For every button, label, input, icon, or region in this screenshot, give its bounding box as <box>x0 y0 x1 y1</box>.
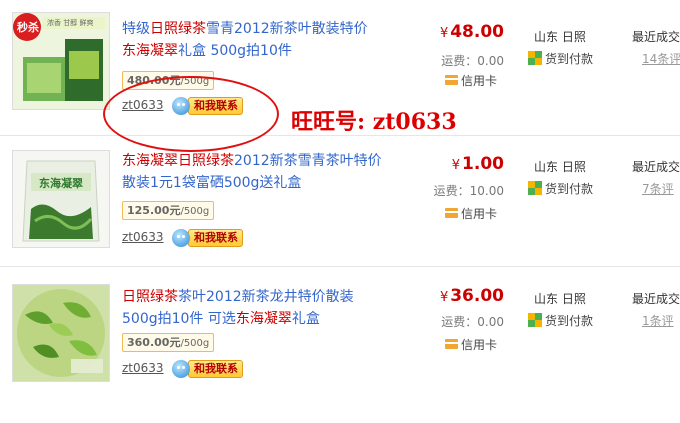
product-title[interactable]: 日照绿茶茶叶2012新茶龙井特价散装 500g拍10件 可选东海凝翠礼盒 <box>122 286 384 330</box>
product-image[interactable]: 秒杀 浓香 甘醇 鲜爽 <box>12 12 110 110</box>
credit-card-icon <box>445 208 458 218</box>
currency-symbol: ¥ <box>439 26 449 41</box>
seller-link[interactable]: zt0633 <box>122 230 164 244</box>
product-image[interactable]: 东海凝翠 <box>12 150 110 248</box>
item-price: ¥36.00 <box>440 286 504 306</box>
listing-row: 日照绿茶茶叶2012新茶龙井特价散装 500g拍10件 可选东海凝翠礼盒 360… <box>0 270 680 400</box>
cod-icon <box>528 181 542 195</box>
price-value: 48.00 <box>450 22 504 42</box>
currency-symbol: ¥ <box>451 158 461 173</box>
contact-label: 和我联系 <box>188 360 243 378</box>
reviews-link[interactable]: 1条评 <box>642 312 674 329</box>
location: 山东 日照 <box>534 30 586 44</box>
location: 山东 日照 <box>534 292 586 306</box>
reviews-link[interactable]: 14条评 <box>642 50 680 67</box>
recent-sales: 最近成交 <box>632 30 680 44</box>
product-title[interactable]: 东海凝翠日照绿茶2012新茶雪青茶叶特价散装1元1袋富硒500g送礼盒 <box>122 150 384 194</box>
credit-label: 信用卡 <box>461 206 498 221</box>
title-part: 东海凝翠 <box>235 311 292 327</box>
wangwang-icon <box>172 360 190 378</box>
product-title[interactable]: 特级日照绿茶雪青2012新茶叶散装特价 东海凝翠礼盒 500g拍10件 <box>122 18 384 62</box>
credit-card-icon <box>445 75 458 85</box>
credit-card-icon <box>445 339 458 349</box>
credit-label: 信用卡 <box>461 73 498 88</box>
cod-icon <box>528 51 542 65</box>
weight-price-tag: 360.00元/500g <box>122 333 215 352</box>
seller-link[interactable]: zt0633 <box>122 361 164 375</box>
contact-label: 和我联系 <box>188 229 243 247</box>
product-image[interactable] <box>12 284 110 382</box>
location: 山东 日照 <box>534 160 586 174</box>
reviews-link[interactable]: 7条评 <box>642 180 674 197</box>
title-part: 日照绿茶 <box>150 21 206 37</box>
cod-label: 货到付款 <box>545 313 594 328</box>
weight-unit: /500g <box>180 206 210 217</box>
tagline: 浓香 甘醇 鲜爽 <box>47 19 94 27</box>
cod-icon <box>528 313 542 327</box>
weight-price-tag: 125.00元/500g <box>122 201 215 220</box>
credit-card-badge: 信用卡 <box>445 72 497 88</box>
item-price: ¥48.00 <box>440 22 504 42</box>
wangwang-id-annotation: 旺旺号: zt0633 <box>291 109 457 135</box>
weight-unit: /500g <box>180 338 210 349</box>
shipping-fee: 运费：10.00 <box>433 184 504 198</box>
currency-symbol: ¥ <box>439 290 449 305</box>
shipping-fee: 运费：0.00 <box>441 54 504 68</box>
item-price: ¥1.00 <box>452 154 504 174</box>
title-part: 东海凝翠 <box>122 43 178 59</box>
credit-label: 信用卡 <box>461 337 498 352</box>
cod-label: 货到付款 <box>545 51 594 66</box>
cod-badge: 货到付款 <box>528 312 593 328</box>
title-part: 礼盒 500g拍10件 <box>178 43 292 59</box>
weight-price: 360.00元 <box>127 336 181 349</box>
price-value: 36.00 <box>450 286 504 306</box>
badge-label: 秒杀 <box>17 21 39 34</box>
title-part: 礼盒 <box>291 311 320 327</box>
title-part: 日照绿茶 <box>122 289 178 305</box>
title-part: 东海凝翠日照绿茶 <box>122 153 234 169</box>
contact-seller-button[interactable]: 和我联系 <box>172 360 243 378</box>
wangwang-icon <box>172 229 190 247</box>
credit-card-badge: 信用卡 <box>445 205 497 221</box>
cod-badge: 货到付款 <box>528 50 593 66</box>
pack-label: 东海凝翠 <box>39 177 83 190</box>
weight-price: 125.00元 <box>127 204 181 217</box>
title-part: 雪青2012新茶叶散装特价 <box>206 21 368 37</box>
shipping-fee: 运费：0.00 <box>441 315 504 329</box>
price-value: 1.00 <box>462 154 504 174</box>
listing-row: 东海凝翠 东海凝翠日照绿茶2012新茶雪青茶叶特价散装1元1袋富硒500g送礼盒… <box>0 138 680 268</box>
title-part: 特级 <box>122 21 150 37</box>
contact-seller-button[interactable]: 和我联系 <box>172 229 243 247</box>
credit-card-badge: 信用卡 <box>445 336 497 352</box>
cod-label: 货到付款 <box>545 181 594 196</box>
highlight-circle <box>103 76 279 152</box>
recent-sales: 最近成交 <box>632 292 680 306</box>
row-divider <box>0 266 680 267</box>
cod-badge: 货到付款 <box>528 180 593 196</box>
recent-sales: 最近成交 <box>632 160 680 174</box>
